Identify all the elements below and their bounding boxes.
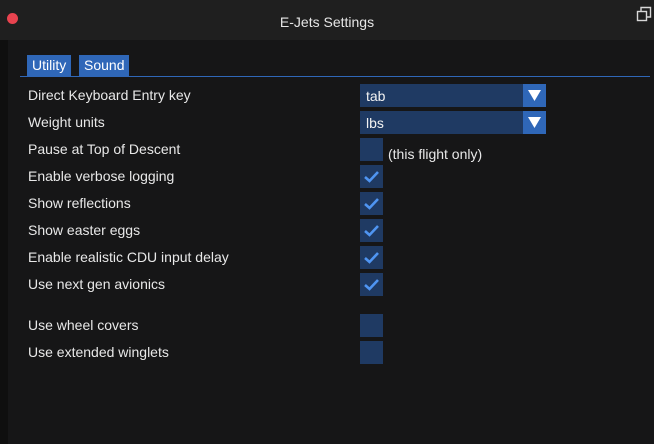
- weight-units-value: lbs: [366, 115, 384, 131]
- keyboard-entry-label: Direct Keyboard Entry key: [28, 87, 191, 103]
- tab-underline: [20, 76, 650, 77]
- chevron-down-icon[interactable]: [523, 111, 546, 134]
- keyboard-entry-select[interactable]: tab: [360, 84, 546, 107]
- checkmark-icon: [364, 225, 379, 237]
- cdu-delay-label: Enable realistic CDU input delay: [28, 249, 229, 265]
- reflections-checkbox[interactable]: [360, 192, 383, 215]
- cdu-delay-checkbox[interactable]: [360, 246, 383, 269]
- wheel-covers-checkbox[interactable]: [360, 314, 383, 337]
- verbose-logging-checkbox[interactable]: [360, 165, 383, 188]
- easter-eggs-checkbox[interactable]: [360, 219, 383, 242]
- window-title: E-Jets Settings: [279, 14, 375, 30]
- tab-utility[interactable]: Utility: [27, 55, 72, 76]
- popout-window-icon[interactable]: [636, 6, 652, 22]
- tab-sound[interactable]: Sound: [79, 55, 130, 76]
- next-gen-avionics-checkbox[interactable]: [360, 273, 383, 296]
- title-bar[interactable]: E-Jets Settings: [0, 0, 654, 40]
- keyboard-entry-value: tab: [366, 88, 386, 104]
- reflections-label: Show reflections: [28, 195, 131, 211]
- settings-window: E-Jets Settings Utility Sound Direct Key…: [0, 0, 654, 444]
- easter-eggs-label: Show easter eggs: [28, 222, 141, 238]
- checkmark-icon: [364, 279, 379, 291]
- extended-winglets-checkbox[interactable]: [360, 341, 383, 364]
- chevron-down-icon[interactable]: [523, 84, 546, 107]
- checkmark-icon: [364, 171, 379, 183]
- pause-tod-label: Pause at Top of Descent: [28, 141, 181, 157]
- checkmark-icon: [364, 252, 379, 264]
- verbose-logging-label: Enable verbose logging: [28, 168, 175, 184]
- checkmark-icon: [364, 198, 379, 210]
- pause-tod-checkbox[interactable]: [360, 138, 383, 161]
- wheel-covers-label: Use wheel covers: [28, 317, 139, 333]
- weight-units-label: Weight units: [28, 114, 105, 130]
- extended-winglets-label: Use extended winglets: [28, 344, 169, 360]
- next-gen-avionics-label: Use next gen avionics: [28, 276, 165, 292]
- weight-units-select[interactable]: lbs: [360, 111, 546, 134]
- pause-tod-note: (this flight only): [388, 146, 483, 162]
